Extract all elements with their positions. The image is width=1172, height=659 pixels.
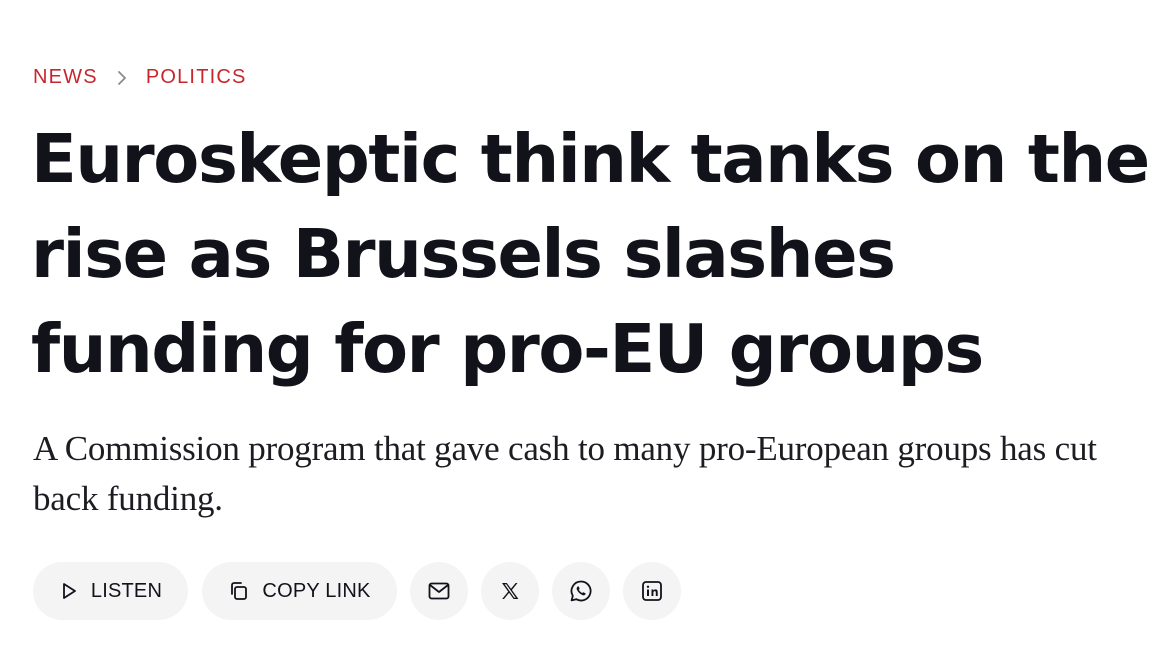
listen-button[interactable]: LISTEN (33, 562, 188, 620)
breadcrumb-politics-link[interactable]: POLITICS (146, 66, 247, 89)
linkedin-icon (641, 580, 663, 602)
copy-icon (228, 580, 250, 602)
whatsapp-icon (569, 579, 593, 603)
article-headline: Euroskeptic think tanks on the rise as B… (31, 120, 1150, 388)
breadcrumb-news-link[interactable]: NEWS (33, 66, 98, 89)
listen-label: LISTEN (90, 579, 163, 602)
mail-icon (428, 582, 450, 600)
share-x-button[interactable] (481, 562, 539, 620)
share-bar: LISTEN COPY LINK (33, 562, 694, 620)
play-icon (59, 581, 79, 601)
copy-link-button[interactable]: COPY LINK (202, 562, 397, 620)
article-dek: A Commission program that gave cash to m… (33, 429, 1097, 518)
chevron-right-icon (98, 70, 146, 86)
copy-link-label: COPY LINK (262, 579, 371, 602)
share-linkedin-button[interactable] (623, 562, 681, 620)
breadcrumb: NEWS POLITICS (33, 66, 247, 89)
share-email-button[interactable] (410, 562, 468, 620)
x-icon (500, 581, 520, 601)
share-whatsapp-button[interactable] (552, 562, 610, 620)
